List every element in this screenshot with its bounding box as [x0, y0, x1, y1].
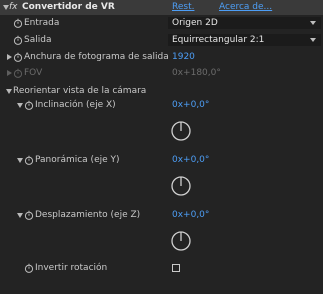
- inclinacion-value[interactable]: 0x+0,0°: [172, 98, 209, 112]
- stopwatch-icon[interactable]: [24, 210, 34, 220]
- param-label: FOV: [24, 68, 43, 78]
- stopwatch-icon[interactable]: [24, 155, 34, 165]
- fx-icon[interactable]: fx: [9, 0, 18, 14]
- param-label: Anchura de fotograma de salida: [24, 52, 169, 62]
- collapse-triangle-icon[interactable]: [17, 103, 23, 108]
- fov-value: 0x+180,0°: [172, 68, 221, 78]
- dropdown-value: Origen 2D: [172, 18, 218, 28]
- param-inclinacion: Inclinación (eje X) 0x+0,0°: [0, 98, 323, 156]
- param-fov: FOV 0x+180,0°: [0, 66, 323, 80]
- angle-dial-icon[interactable]: [171, 170, 191, 198]
- collapse-triangle-icon[interactable]: [17, 213, 23, 218]
- effect-header: fx Convertidor de VR Rest. Acerca de...: [0, 0, 323, 15]
- param-label: Entrada: [24, 18, 60, 28]
- collapse-triangle-icon[interactable]: [6, 89, 12, 94]
- param-invertir: Invertir rotación: [0, 261, 323, 275]
- param-label: Panorámica (eje Y): [35, 155, 120, 165]
- param-anchura: Anchura de fotograma de salida 1920: [0, 50, 323, 64]
- stopwatch-icon[interactable]: [13, 52, 23, 62]
- param-panoramica: Panorámica (eje Y) 0x+0,0°: [0, 153, 323, 211]
- param-label: Invertir rotación: [35, 263, 108, 273]
- param-salida: Salida Equirrectangular 2:1: [0, 33, 323, 47]
- stopwatch-icon[interactable]: [24, 100, 34, 110]
- salida-dropdown[interactable]: Equirrectangular 2:1: [168, 34, 321, 46]
- stopwatch-icon[interactable]: [13, 18, 23, 28]
- param-label: Salida: [24, 35, 52, 45]
- collapse-triangle-icon[interactable]: [17, 158, 23, 163]
- angle-dial-icon[interactable]: [171, 115, 191, 143]
- chevron-down-icon: [310, 38, 316, 42]
- stopwatch-icon[interactable]: [24, 263, 34, 273]
- chevron-down-icon: [310, 21, 316, 25]
- panoramica-value[interactable]: 0x+0,0°: [172, 153, 209, 167]
- invert-checkbox[interactable]: [172, 264, 180, 272]
- expand-triangle-icon: [7, 70, 12, 76]
- anchura-value[interactable]: 1920: [172, 50, 195, 64]
- param-entrada: Entrada Origen 2D: [0, 16, 323, 30]
- param-label: Desplazamiento (eje Z): [35, 210, 141, 220]
- reorient-group: Reorientar vista de la cámara: [0, 84, 323, 98]
- stopwatch-icon[interactable]: [13, 35, 23, 45]
- expand-triangle-icon[interactable]: [7, 54, 12, 60]
- entrada-dropdown[interactable]: Origen 2D: [168, 17, 321, 29]
- dropdown-value: Equirrectangular 2:1: [172, 35, 265, 45]
- effect-name: Convertidor de VR: [22, 2, 115, 12]
- group-label: Reorientar vista de la cámara: [13, 86, 147, 96]
- about-link[interactable]: Acerca de...: [219, 0, 272, 14]
- param-desplazamiento: Desplazamiento (eje Z) 0x+0,0°: [0, 208, 323, 266]
- param-label: Inclinación (eje X): [35, 100, 116, 110]
- stopwatch-icon: [13, 68, 23, 78]
- reset-link[interactable]: Rest.: [172, 0, 194, 14]
- desplazamiento-value[interactable]: 0x+0,0°: [172, 208, 209, 222]
- angle-dial-icon[interactable]: [171, 225, 191, 253]
